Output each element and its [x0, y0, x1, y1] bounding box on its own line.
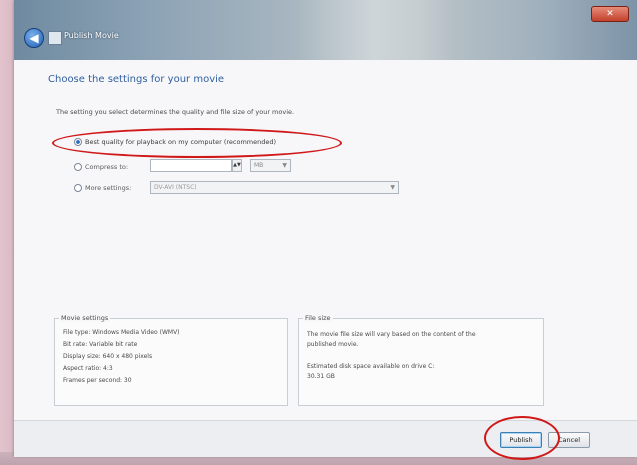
option-compress-label: Compress to: — [85, 163, 129, 171]
page-title: Choose the settings for your movie — [48, 74, 225, 85]
file-size-line: Estimated disk space available on drive … — [307, 363, 435, 370]
back-arrow-icon[interactable]: ◀ — [24, 28, 44, 48]
compress-unit-value: MB — [254, 162, 264, 169]
file-size-line: The movie file size will vary based on t… — [307, 331, 476, 338]
chevron-down-icon: ▼ — [282, 162, 287, 169]
file-size-panel: File size The movie file size will vary … — [298, 314, 544, 406]
movie-maker-icon — [48, 31, 62, 45]
movie-setting-line: Bit rate: Variable bit rate — [63, 341, 138, 348]
file-size-line: published movie. — [307, 341, 359, 348]
movie-settings-title: Movie settings — [59, 314, 111, 322]
option-compress[interactable]: Compress to: — [74, 163, 128, 171]
radio-unselected-icon[interactable] — [74, 184, 82, 192]
more-settings-value: DV-AVI (NTSC) — [154, 184, 197, 191]
movie-setting-line: Frames per second: 30 — [63, 377, 132, 384]
file-size-line: 30.31 GB — [307, 373, 335, 380]
radio-selected-icon[interactable] — [74, 138, 82, 146]
chevron-down-icon: ▼ — [390, 184, 395, 191]
photo-background-left — [0, 0, 14, 465]
more-settings-select[interactable]: DV-AVI (NTSC) ▼ — [150, 181, 399, 194]
spinner-icon[interactable]: ▲▼ — [232, 159, 242, 172]
option-more-settings[interactable]: More settings: — [74, 184, 131, 192]
movie-setting-line: Aspect ratio: 4:3 — [63, 365, 113, 372]
annotation-circle-publish — [484, 416, 560, 460]
window-title: Publish Movie — [64, 31, 119, 40]
movie-setting-line: File type: Windows Media Video (WMV) — [63, 329, 180, 336]
publish-movie-window: ◀ Publish Movie ✕ Choose the settings fo… — [14, 0, 637, 460]
option-best-quality[interactable]: Best quality for playback on my computer… — [74, 138, 276, 146]
option-more-settings-label: More settings: — [85, 184, 132, 192]
file-size-title: File size — [303, 314, 333, 322]
movie-settings-panel: Movie settings File type: Windows Media … — [54, 314, 288, 406]
page-description: The setting you select determines the qu… — [56, 108, 295, 116]
radio-unselected-icon[interactable] — [74, 163, 82, 171]
option-best-quality-label: Best quality for playback on my computer… — [85, 138, 277, 146]
title-bar: ◀ Publish Movie ✕ — [14, 0, 637, 60]
close-button[interactable]: ✕ — [591, 6, 629, 22]
compress-unit-select[interactable]: MB ▼ — [250, 159, 291, 172]
compress-size-input[interactable] — [150, 159, 232, 172]
dialog-content: Choose the settings for your movie The s… — [14, 60, 637, 420]
movie-setting-line: Display size: 640 x 480 pixels — [63, 353, 153, 360]
